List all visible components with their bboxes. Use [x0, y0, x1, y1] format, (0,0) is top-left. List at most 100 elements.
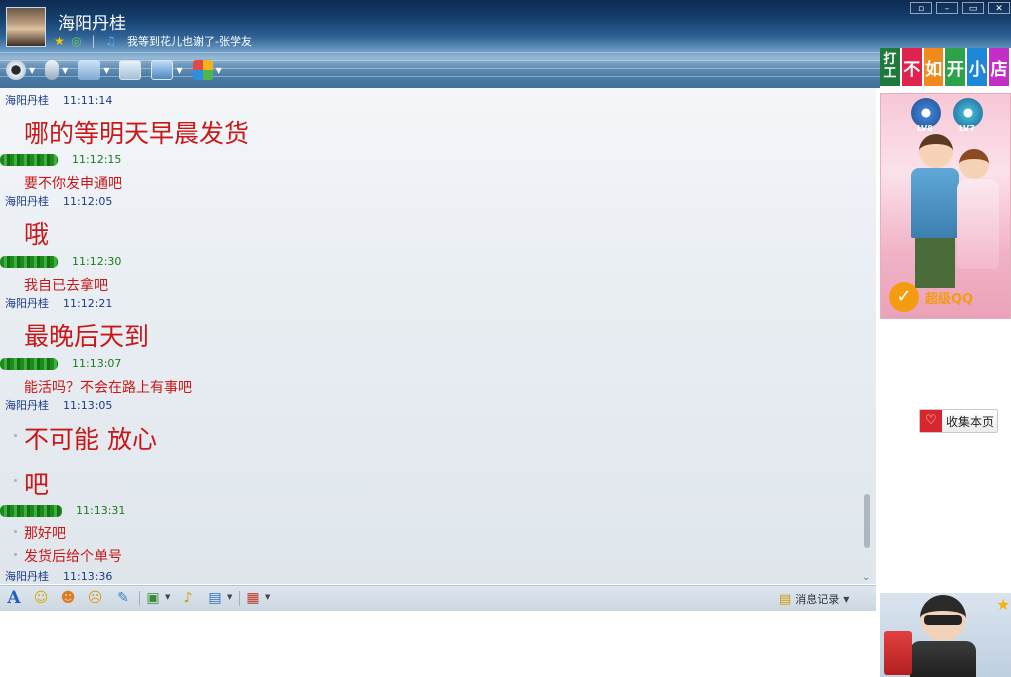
message-header: 11:13:07 [0, 357, 121, 370]
message-time: 11:11:14 [63, 94, 113, 107]
chevron-down-icon[interactable]: ▼ [29, 66, 35, 75]
avatar-body [957, 179, 999, 269]
microphone-icon [45, 60, 60, 80]
line-bullet [14, 434, 17, 437]
chat-window-header: ▫ – ▭ ✕ 海阳丹桂 ★ ◎ | ♫ 我等到花儿也谢了-张学友 ▼ ▼ ▼ … [0, 0, 1011, 88]
chevron-down-icon[interactable]: ▼ [165, 593, 170, 601]
sunglasses-icon [924, 615, 962, 625]
divider [239, 591, 240, 606]
contact-show-image[interactable]: LV8 LV7 ✓ 超级QQ [880, 93, 1011, 319]
ad-banner[interactable]: 打工 不 如 开 小 店 [880, 48, 1011, 88]
message-text: 能活吗？不会在路上有事吧 [24, 380, 192, 396]
message-header: 海阳丹桂 11:13:05 [5, 397, 112, 413]
message-history-label: 消息记录 [795, 593, 840, 606]
chevron-down-icon[interactable]: ▼ [62, 66, 68, 75]
gift-icon[interactable]: ▦ [244, 590, 262, 607]
decoration [0, 52, 1011, 53]
minimize-button[interactable]: – [936, 2, 958, 14]
shake-icon[interactable]: ☹ [86, 590, 104, 607]
star-icon[interactable]: ★ [53, 34, 66, 48]
magic-emoji-icon[interactable]: ☻ [59, 590, 77, 607]
contact-avatar[interactable] [6, 7, 46, 47]
heart-icon: ♡ [920, 410, 942, 432]
message-text: 要不你发申通吧 [24, 176, 122, 192]
font-icon[interactable]: A [5, 590, 23, 607]
music-icon[interactable]: ♪ [179, 590, 197, 607]
self-show-image[interactable]: ★ [880, 593, 1011, 677]
ad-char: 店 [989, 48, 1009, 86]
scroll-to-bottom-icon[interactable]: ⌄ [862, 572, 870, 583]
chat-history[interactable]: 海阳丹桂 11:11:14 哪的等明天早晨发货 11:12:15 要不你发申通吧 … [0, 88, 876, 584]
sender-name: 海阳丹桂 [5, 94, 49, 107]
message-input[interactable] [0, 611, 876, 677]
avatar-head [919, 134, 953, 168]
message-time: 11:12:05 [63, 195, 113, 208]
image-icon[interactable]: ▣ [144, 590, 162, 607]
sms-icon [119, 60, 142, 80]
avatar-body [911, 168, 959, 238]
skin-button[interactable]: ▫ [910, 2, 932, 14]
divider: | [91, 33, 96, 48]
file-transfer-button[interactable]: ▼ [78, 60, 109, 80]
apps-icon [192, 60, 213, 80]
close-button[interactable]: ✕ [988, 2, 1010, 14]
chevron-down-icon[interactable]: ▼ [216, 66, 222, 75]
level-badge-label: LV8 [917, 124, 933, 133]
message-time: 11:13:36 [63, 570, 113, 583]
history-icon: ▤ [779, 591, 792, 607]
chevron-down-icon[interactable]: ▼ [265, 593, 270, 601]
message-header: 11:12:30 [0, 255, 121, 268]
message-header: 海阳丹桂 11:12:21 [5, 295, 112, 311]
sender-name: 海阳丹桂 [5, 297, 49, 310]
maximize-button[interactable]: ▭ [962, 2, 984, 14]
blurred-sender-name [0, 256, 58, 268]
chevron-down-icon[interactable]: ▼ [176, 66, 182, 75]
status-row: ★ ◎ | ♫ 我等到花儿也谢了-张学友 [53, 33, 252, 49]
avatar-head [959, 149, 989, 179]
star-icon: ★ [996, 595, 1011, 614]
video-call-button[interactable]: ▼ [6, 60, 35, 80]
line-bullet [14, 479, 17, 482]
apps-button[interactable]: ▼ [192, 60, 222, 80]
contact-signature: 我等到花儿也谢了-张学友 [127, 35, 252, 48]
remote-desktop-button[interactable]: ▼ [151, 60, 183, 80]
sender-name: 海阳丹桂 [5, 570, 49, 583]
qzone-icon[interactable]: ◎ [70, 34, 83, 48]
message-text: 那好吧 [24, 526, 66, 542]
ad-char: 如 [923, 48, 944, 86]
message-header: 海阳丹桂 11:11:14 [5, 92, 112, 108]
blurred-sender-name [0, 154, 58, 166]
favorite-page-button[interactable]: ♡ 收集本页 [919, 409, 998, 433]
chevron-down-icon[interactable]: ▼ [843, 595, 849, 604]
message-text: 吧 [24, 470, 50, 499]
avatar-legs [915, 238, 955, 288]
folder-icon [78, 60, 101, 80]
message-time: 11:12:15 [72, 153, 122, 166]
video-call-icon [6, 60, 26, 80]
message-history-button[interactable]: ▤ 消息记录 ▼ [779, 590, 849, 608]
scrollbar-thumb[interactable] [864, 494, 870, 548]
voice-call-button[interactable]: ▼ [45, 60, 68, 80]
chevron-down-icon[interactable]: ▼ [227, 593, 232, 601]
sms-button[interactable] [119, 60, 142, 80]
message-header: 海阳丹桂 11:12:05 [5, 193, 112, 209]
message-time: 11:12:21 [63, 297, 113, 310]
blurred-sender-name [0, 505, 62, 517]
input-toolbar: A ☺ ☻ ☹ ✎ ▣ ▼ ♪ ▤ ▼ ▦ ▼ ▤ 消息记录 ▼ [0, 585, 876, 611]
message-header: 11:12:15 [0, 153, 121, 166]
message-text: 哦 [24, 220, 50, 249]
contact-name: 海阳丹桂 [58, 14, 126, 34]
ad-char: 不 [901, 48, 922, 86]
screenshot-icon[interactable]: ▤ [206, 590, 224, 607]
scrawl-icon[interactable]: ✎ [114, 590, 132, 607]
music-icon[interactable]: ♫ [104, 34, 117, 48]
chevron-down-icon[interactable]: ▼ [103, 66, 109, 75]
message-time: 11:12:30 [72, 255, 122, 268]
sender-name: 海阳丹桂 [5, 399, 49, 412]
line-bullet [14, 530, 17, 533]
emoji-icon[interactable]: ☺ [32, 590, 50, 607]
blurred-sender-name [0, 358, 58, 370]
message-text: 我自已去拿吧 [24, 278, 108, 294]
message-time: 11:13:07 [72, 357, 122, 370]
ad-char: 开 [945, 48, 966, 86]
